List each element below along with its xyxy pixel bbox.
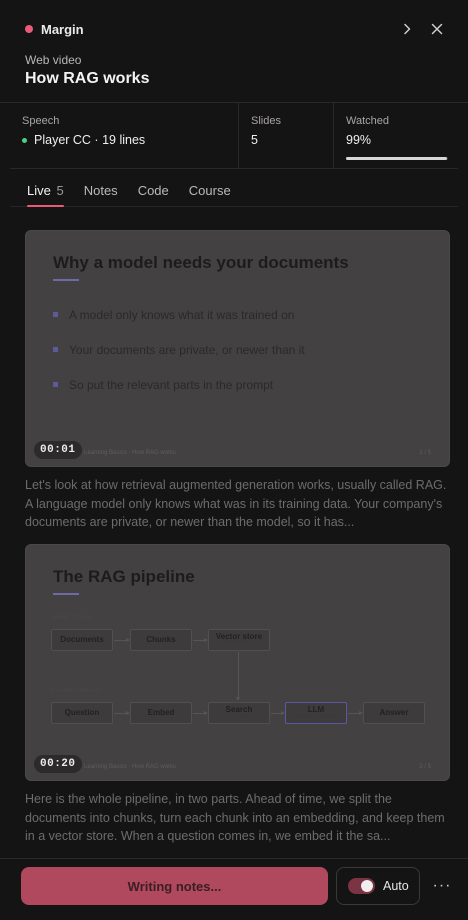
tab-code[interactable]: Code [138, 169, 169, 206]
pipeline-llm-sub: chunks + question [293, 713, 339, 720]
tab-live[interactable]: Live 5 [27, 169, 64, 207]
slide-entry: Why a model needs your documents A model… [25, 230, 458, 532]
slide-footer-pager: 2 / 5 [419, 764, 431, 770]
arrow-icon [193, 711, 208, 715]
slide-bullet: So put the relevant parts in the prompt [53, 367, 305, 402]
panel-header: Margin Web video How RAG works [0, 0, 468, 103]
arrow-icon [348, 711, 363, 715]
page-title: How RAG works [25, 70, 150, 87]
stat-watched: Watched 99% [333, 103, 458, 168]
slide-thumbnail[interactable]: The RAG pipeline Ahead of time Documents… [25, 544, 450, 781]
pipeline-question: Question [51, 702, 113, 724]
pipeline-documents: Documents [51, 629, 113, 651]
stat-watched-label: Watched [346, 115, 390, 127]
pipeline-embed: Embed [130, 702, 192, 724]
transcript-text: Let's look at how retrieval augmented ge… [25, 478, 447, 529]
slide-footer-course: Learning Basics · How RAG works [84, 450, 177, 456]
slide-footer: Learning Basics · How RAG works 1 / 5 [84, 450, 431, 456]
slide-bullet: A model only knows what it was trained o… [53, 297, 305, 332]
brand-row: Margin [25, 20, 446, 38]
transcript-text: Here is the whole pipeline, in two parts… [25, 792, 445, 843]
slide-footer-course: Learning Basics · How RAG works [84, 764, 177, 770]
pipeline-search: Search top chunks [208, 702, 270, 724]
stat-speech: Speech Player CC · 19 lines [10, 103, 238, 168]
slide-bullet-text: Your documents are private, or newer tha… [69, 342, 305, 357]
pipeline-search-sub: top chunks [225, 713, 253, 720]
stat-slides-label: Slides [251, 115, 281, 127]
arrow-down-icon [236, 652, 240, 701]
arrow-icon [193, 638, 208, 642]
live-feed[interactable]: Why a model needs your documents A model… [0, 230, 468, 858]
stat-speech-value: Player CC · 19 lines [34, 133, 146, 147]
stat-speech-label: Speech [22, 115, 60, 127]
pipeline-answer-label: Answer [379, 707, 409, 717]
arrow-icon [271, 711, 285, 715]
pipeline-chunks-label: Chunks [146, 634, 176, 644]
pipeline-llm: LLM chunks + question [285, 702, 347, 724]
header-actions [398, 20, 446, 38]
bullet-icon [53, 312, 58, 317]
arrow-icon [114, 638, 130, 642]
app-name: Margin [41, 21, 84, 37]
tab-live-count: 5 [56, 183, 64, 198]
timecode-badge[interactable]: 00:20 [34, 755, 82, 773]
tab-bar: Live 5 Notes Code Course [10, 169, 458, 207]
slide-bullets: A model only knows what it was trained o… [53, 297, 305, 402]
tab-live-label: Live [27, 183, 51, 198]
writing-notes-button[interactable]: Writing notes... [21, 867, 328, 905]
stats-row: Speech Player CC · 19 lines Slides 5 Wat… [10, 103, 458, 169]
pipeline-question-label: For each question [51, 687, 104, 694]
tab-course[interactable]: Course [189, 169, 231, 206]
stat-watched-value: 99% [346, 133, 372, 147]
pipeline-question-label-text: Question [64, 707, 100, 717]
source-type: Web video [25, 53, 82, 67]
stat-speech-value-row: Player CC · 19 lines [22, 133, 226, 147]
auto-toggle[interactable]: Auto [336, 867, 420, 905]
chevron-right-icon[interactable] [398, 20, 416, 38]
slide-title: The RAG pipeline [53, 567, 195, 586]
pipeline-vector-store: Vector store embeddings [208, 629, 270, 651]
brand-dot-icon [25, 25, 33, 33]
slide-thumbnail[interactable]: Why a model needs your documents A model… [25, 230, 450, 467]
stat-slides-value: 5 [251, 133, 258, 147]
status-dot-icon [22, 137, 27, 143]
pipeline-chunks: Chunks [130, 629, 192, 651]
slide-footer-pager: 1 / 5 [419, 450, 431, 456]
slide-bullet-text: So put the relevant parts in the prompt [69, 377, 274, 392]
stat-slides: Slides 5 [238, 103, 333, 168]
slide-title: Why a model needs your documents [53, 253, 349, 272]
slide-bullet-text: A model only knows what it was trained o… [69, 307, 295, 322]
pipeline-embed-label: Embed [147, 707, 175, 717]
slide-title-rule [53, 279, 79, 281]
watched-progress-fill [346, 157, 447, 160]
pipeline-answer: Answer [363, 702, 425, 724]
close-icon[interactable] [428, 20, 446, 38]
bullet-icon [53, 347, 58, 352]
auto-switch[interactable] [348, 878, 375, 894]
action-bar: Writing notes... Auto ··· [0, 858, 468, 920]
auto-label: Auto [383, 879, 409, 893]
pipeline-vector-store-sub: embeddings [224, 640, 254, 647]
slide-footer: Learning Basics · How RAG works 2 / 5 [84, 764, 431, 770]
slide-entry: The RAG pipeline Ahead of time Documents… [25, 544, 458, 846]
slide-title-rule [53, 593, 79, 595]
arrow-icon [114, 711, 130, 715]
more-icon[interactable]: ··· [432, 876, 452, 896]
switch-knob [361, 880, 373, 892]
bullet-icon [53, 382, 58, 387]
pipeline-ahead-label: Ahead of time [51, 614, 92, 621]
slide-bullet: Your documents are private, or newer tha… [53, 332, 305, 367]
watched-progress-bar [346, 157, 448, 160]
pipeline-documents-label: Documents [60, 634, 104, 644]
tab-notes[interactable]: Notes [84, 169, 118, 206]
timecode-badge[interactable]: 00:01 [34, 441, 82, 459]
